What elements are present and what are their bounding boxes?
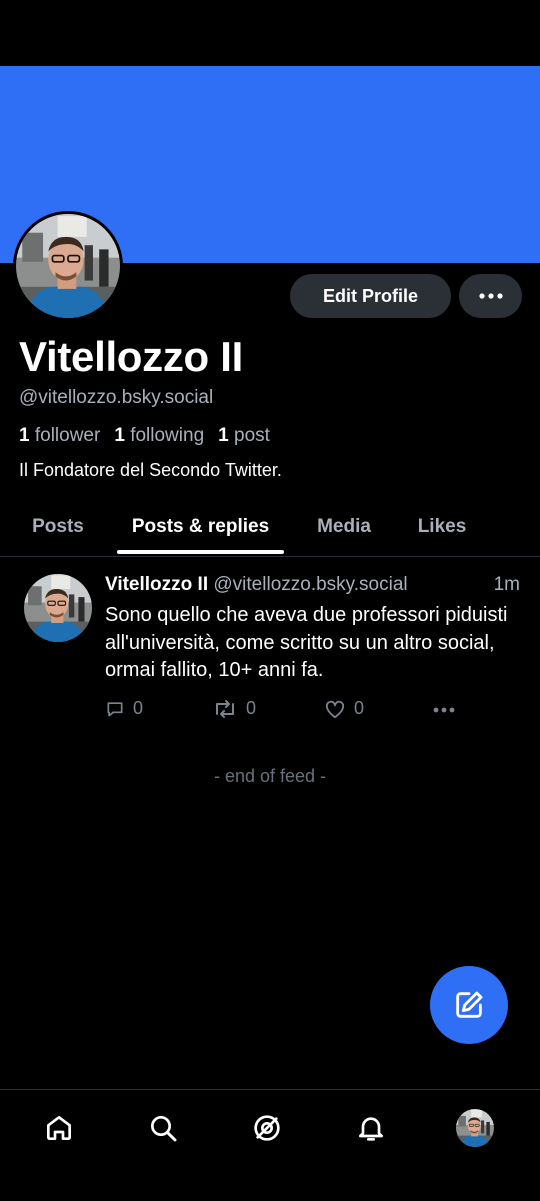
post-timestamp[interactable]: 1m [494, 574, 520, 596]
more-options-button[interactable] [459, 274, 522, 318]
posts-stat: 1 post [218, 425, 270, 446]
bell-icon [359, 1117, 383, 1141]
heart-icon [325, 700, 345, 718]
nav-home[interactable] [39, 1108, 79, 1148]
avatar-photo [24, 574, 92, 642]
profile-bio: Il Fondatore del Secondo Twitter. [19, 460, 282, 480]
avatar-photo [456, 1109, 494, 1147]
edit-profile-button[interactable]: Edit Profile [290, 274, 451, 318]
profile-handle: @vitellozzo.bsky.social [19, 387, 214, 408]
post-author-handle: @vitellozzo.bsky.social [213, 574, 408, 595]
nav-search[interactable] [143, 1108, 183, 1148]
post-author-avatar[interactable] [24, 574, 92, 642]
post-text: Sono quello che aveva due professori pid… [105, 604, 508, 681]
home-icon [47, 1116, 71, 1140]
nav-notifications[interactable] [351, 1108, 391, 1148]
nav-profile[interactable] [455, 1108, 495, 1148]
reply-button[interactable]: 0 [105, 698, 143, 719]
repost-icon [216, 699, 234, 718]
post-author[interactable]: Vitellozzo II @vitellozzo.bsky.social [105, 574, 408, 596]
active-tab-indicator [117, 550, 284, 554]
display-name: Vitellozzo II [19, 333, 244, 380]
feeds-icon [254, 1115, 280, 1141]
tab-likes[interactable]: Likes [404, 498, 480, 555]
bottom-navigation [0, 1089, 540, 1201]
like-count: 0 [354, 698, 365, 718]
ellipsis-icon [433, 707, 455, 713]
like-button[interactable]: 0 [324, 698, 364, 719]
reply-icon [107, 701, 123, 716]
reply-count: 0 [133, 698, 144, 718]
status-bar [0, 0, 540, 66]
post-author-name: Vitellozzo II [105, 574, 209, 595]
profile-tabs: Posts Posts & replies Media Likes [0, 498, 540, 557]
tab-posts-replies[interactable]: Posts & replies [117, 498, 284, 555]
post-more-button[interactable] [433, 707, 455, 713]
compose-icon [456, 991, 483, 1018]
end-of-feed-label: - end of feed - [213, 766, 327, 786]
following-stat[interactable]: 1 following [114, 425, 204, 447]
profile-avatar [456, 1109, 494, 1147]
feed-post[interactable]: Vitellozzo II @vitellozzo.bsky.social 1m… [0, 556, 540, 736]
tab-media[interactable]: Media [303, 498, 385, 555]
avatar-photo [16, 214, 120, 318]
tab-posts[interactable]: Posts [18, 498, 98, 555]
ellipsis-icon [478, 293, 503, 299]
nav-feeds[interactable] [247, 1108, 287, 1148]
profile-stats: 1 follower 1 following 1 post [19, 425, 270, 447]
repost-count: 0 [246, 698, 257, 718]
followers-stat[interactable]: 1 follower [19, 425, 100, 447]
repost-button[interactable]: 0 [212, 698, 256, 719]
profile-avatar[interactable] [13, 211, 123, 321]
compose-button[interactable] [430, 966, 508, 1044]
search-icon [151, 1116, 177, 1142]
